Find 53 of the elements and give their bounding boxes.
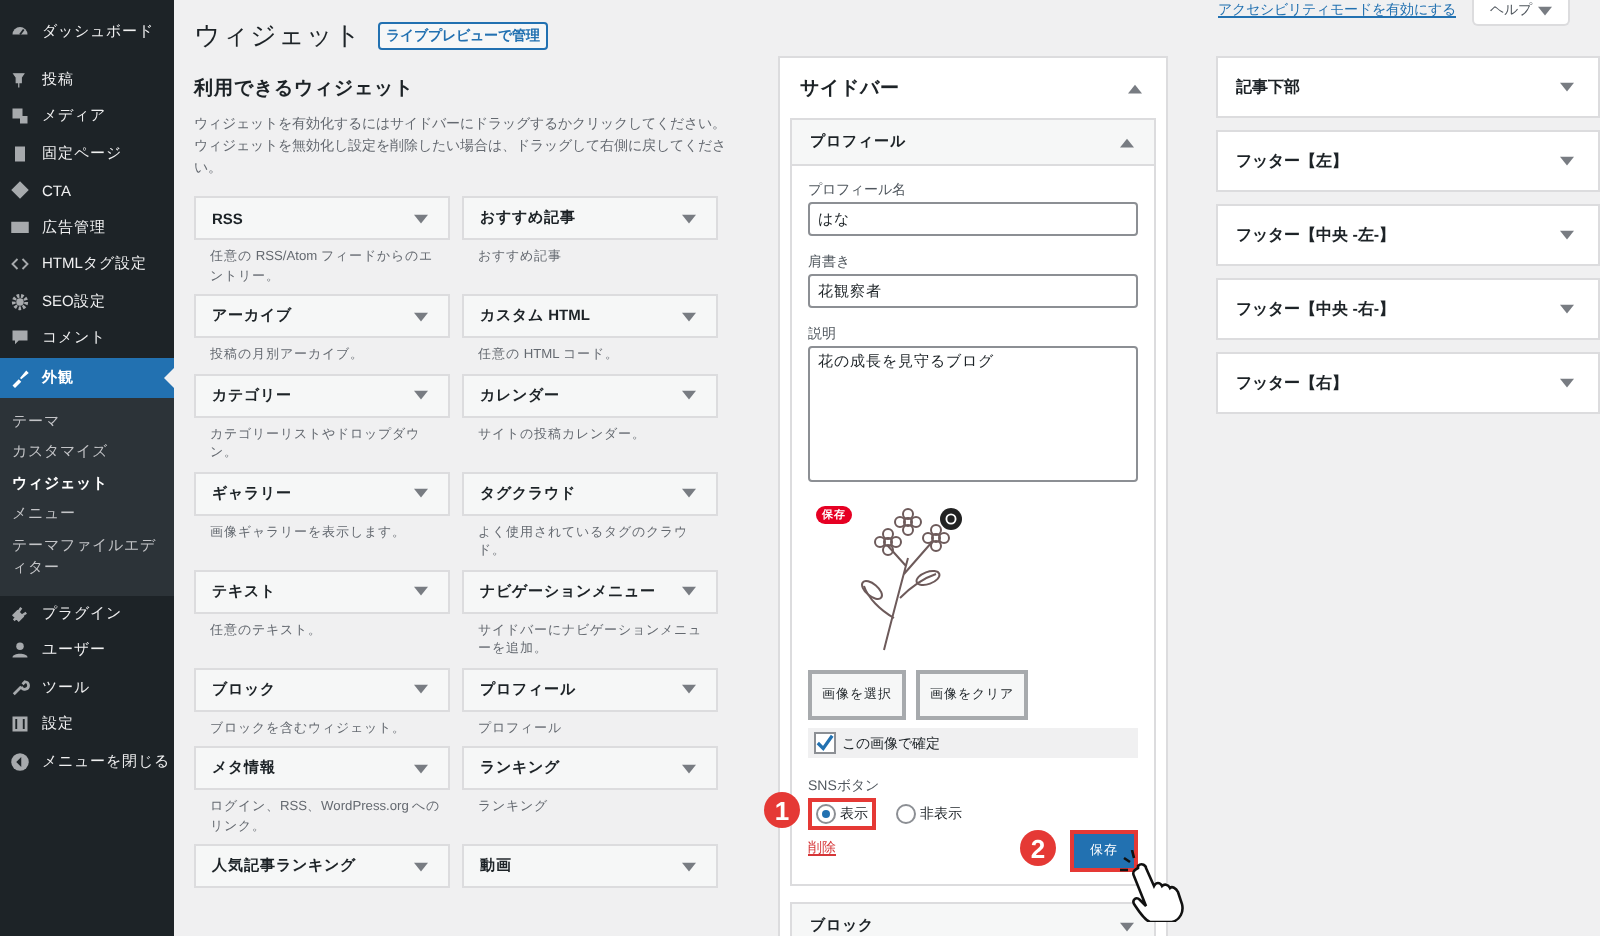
step-number-badge: 2 [1020, 830, 1056, 866]
media-icon [10, 106, 30, 127]
caret-icon[interactable] [414, 861, 428, 871]
page-icon [10, 143, 30, 164]
caret-icon[interactable] [414, 390, 428, 400]
lens-icon[interactable] [940, 508, 962, 530]
caret-icon[interactable] [682, 861, 696, 871]
caret-icon[interactable] [414, 213, 428, 223]
caret-icon[interactable] [414, 763, 428, 773]
caret-icon[interactable] [1560, 156, 1574, 166]
caret-icon[interactable] [682, 390, 696, 400]
caret-icon[interactable] [414, 488, 428, 498]
speech-bubble-icon [10, 328, 30, 349]
caret-icon[interactable] [414, 311, 428, 321]
code-icon [10, 254, 30, 275]
caret-icon[interactable] [1560, 304, 1574, 314]
wrench-icon [10, 677, 30, 698]
caret-icon[interactable] [414, 586, 428, 596]
radio-button[interactable] [896, 804, 916, 824]
caret-icon[interactable] [1560, 378, 1574, 388]
caret-icon[interactable] [682, 684, 696, 694]
caret-icon[interactable] [682, 586, 696, 596]
caret-icon[interactable] [1538, 5, 1552, 15]
step-number-badge: 1 [764, 792, 800, 828]
caret-icon[interactable] [682, 488, 696, 498]
widget-area[interactable]: 記事下部 [1216, 56, 1600, 118]
caret-icon[interactable] [1120, 137, 1134, 147]
caret-icon[interactable] [682, 763, 696, 773]
gear-icon [10, 291, 30, 312]
diamond-icon [10, 180, 30, 201]
caret-icon[interactable] [1120, 921, 1134, 931]
checkbox[interactable] [814, 732, 836, 754]
widget-area[interactable]: フッター【左】 [1216, 130, 1600, 192]
caret-icon[interactable] [1560, 82, 1574, 92]
pin-icon [10, 69, 30, 90]
caret-icon[interactable] [1560, 230, 1574, 240]
sliders-icon [10, 714, 30, 735]
widget-area[interactable]: フッター【右】 [1216, 352, 1600, 414]
plug-icon [10, 603, 30, 624]
brush-icon [10, 367, 30, 387]
person-icon [10, 640, 30, 661]
collapse-icon [10, 751, 30, 772]
caret-icon[interactable] [682, 213, 696, 223]
caret-icon[interactable] [1128, 83, 1142, 93]
widget-area[interactable]: フッター【中央 -左-】 [1216, 204, 1600, 266]
section-title: 利用できるウィジェット [194, 76, 416, 102]
panel-title: サイドバー [800, 75, 900, 101]
caret-icon[interactable] [414, 684, 428, 694]
page-title: ウィジェット [194, 18, 362, 54]
widget-area[interactable]: フッター【中央 -右-】 [1216, 278, 1600, 340]
radio-button[interactable] [816, 804, 836, 824]
screen-icon [10, 217, 30, 238]
caret-icon[interactable] [682, 311, 696, 321]
